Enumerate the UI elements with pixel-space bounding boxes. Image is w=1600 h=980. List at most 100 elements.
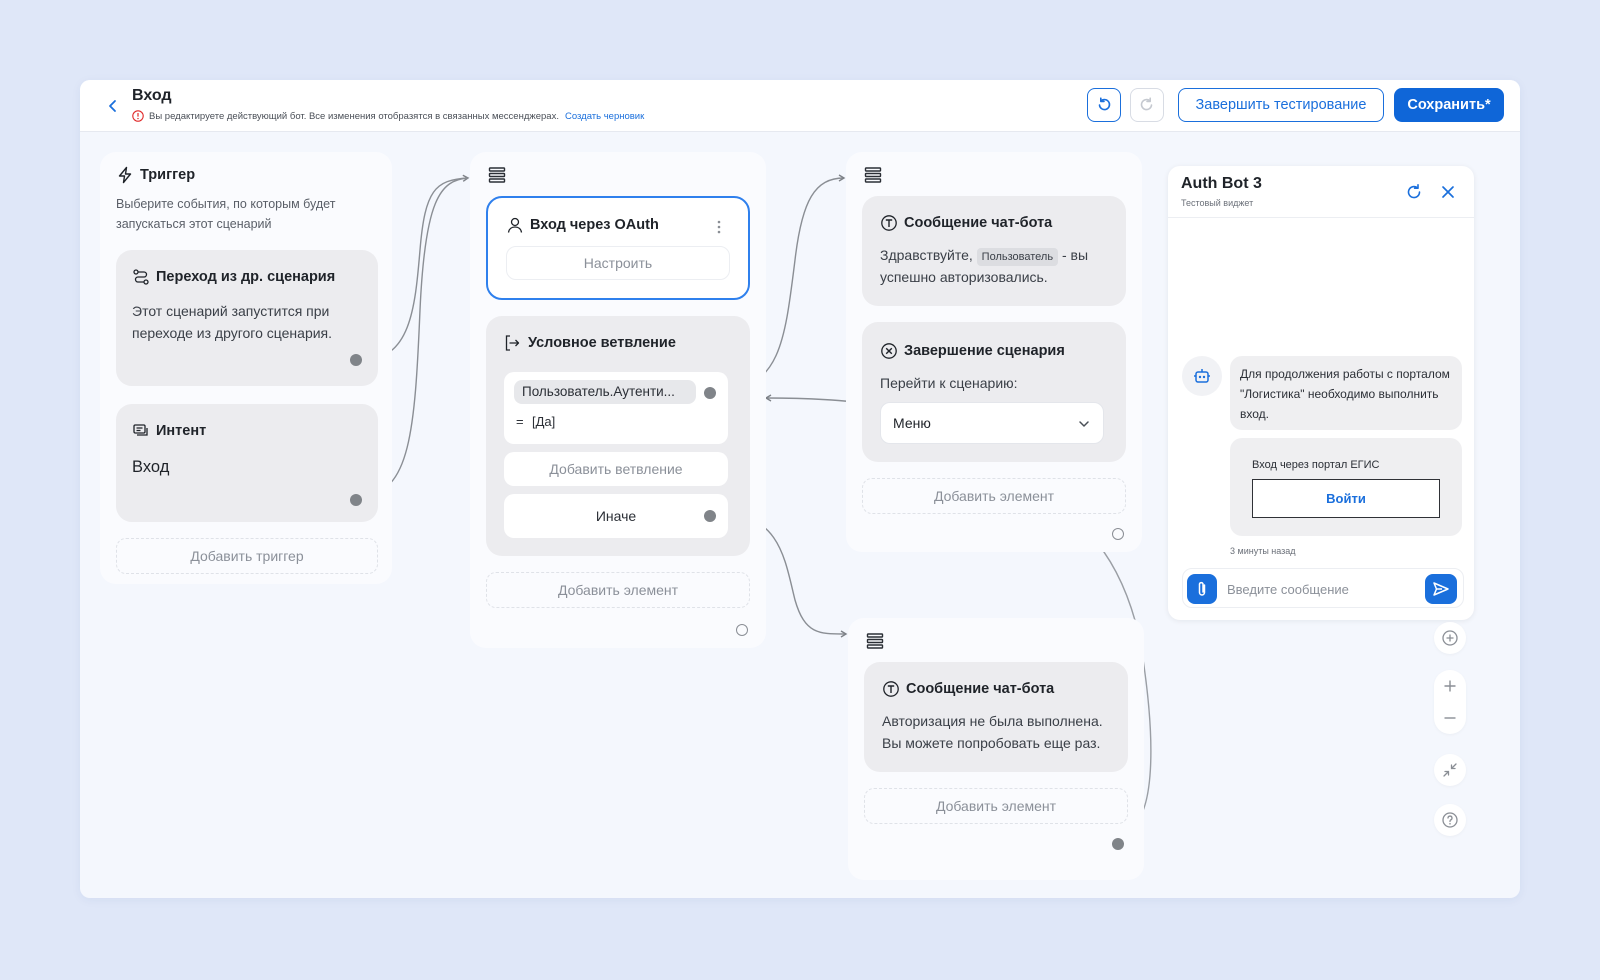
select-value: Меню [893, 415, 931, 431]
zoom-out-button[interactable] [1434, 702, 1466, 734]
stack-icon[interactable] [864, 166, 882, 184]
message-composer [1182, 568, 1464, 608]
input-port[interactable] [736, 624, 748, 636]
undo-button[interactable] [1087, 88, 1121, 122]
condition-value: [Да] [532, 414, 556, 429]
scenario-editor: Вход Вы редактируете действующий бот. Вс… [80, 80, 1520, 898]
configure-button[interactable]: Настроить [506, 246, 730, 280]
widget-subtitle: Тестовый виджет [1181, 198, 1254, 208]
card-title: Завершение сценария [880, 342, 1065, 360]
step1-column: Вход через OAuth Настроить Условное ветв… [470, 152, 766, 648]
help-icon [1442, 812, 1458, 828]
else-branch[interactable]: Иначе [504, 494, 728, 538]
stack-icon[interactable] [866, 632, 884, 650]
minus-icon [1444, 717, 1456, 719]
send-button[interactable] [1425, 574, 1457, 604]
more-icon[interactable] [714, 218, 724, 236]
card-title: Условное ветвление [504, 334, 676, 352]
edit-warning: Вы редактируете действующий бот. Все изм… [132, 110, 644, 122]
output-port[interactable] [350, 354, 362, 366]
card-title: Сообщение чат-бота [882, 680, 1054, 698]
message-timestamp: 3 минуты назад [1230, 546, 1296, 556]
card-text: Авторизация не была выполнена. Вы можете… [882, 713, 1103, 751]
card-text: Здравствуйте, Пользователь - вы успешно … [880, 247, 1089, 285]
chevron-left-icon [109, 100, 116, 112]
fit-view-button[interactable] [1434, 754, 1466, 786]
login-caption: Вход через портал ЕГИС [1252, 459, 1380, 471]
trigger-card-transition[interactable]: Переход из др. сценария Этот сценарий за… [116, 250, 378, 386]
yes-output-port[interactable] [704, 387, 716, 399]
card-title: Сообщение чат-бота [880, 214, 1052, 232]
intent-value: Вход [132, 458, 170, 476]
attach-button[interactable] [1187, 574, 1217, 604]
bot-message: Для продолжения работы с порталом "Логис… [1230, 356, 1462, 430]
scenario-select[interactable]: Меню [880, 402, 1104, 444]
step2-column: Сообщение чат-бота Здравствуйте, Пользов… [846, 152, 1142, 552]
card-title: Интент [132, 422, 206, 440]
variable-tag: Пользователь [976, 248, 1059, 266]
save-button[interactable]: Сохранить* [1394, 88, 1504, 122]
close-icon [1442, 186, 1454, 198]
chevron-down-icon [1079, 421, 1089, 427]
message-card-failure[interactable]: Сообщение чат-бота Авторизация не была в… [864, 662, 1128, 772]
text-message-icon [882, 680, 900, 698]
card-text: Этот сценарий запустится при переходе из… [132, 303, 333, 341]
back-button[interactable] [102, 95, 124, 117]
zoom-in-button[interactable] [1434, 670, 1466, 702]
create-draft-link[interactable]: Создать черновик [565, 111, 644, 122]
refresh-icon [1407, 184, 1421, 199]
close-widget-button[interactable] [1438, 182, 1458, 202]
test-widget: Auth Bot 3 Тестовый виджет Для продолжен… [1168, 166, 1474, 620]
warning-text: Вы редактируете действующий бот. Все изм… [149, 110, 559, 122]
page-title: Вход [132, 87, 172, 104]
output-port[interactable] [350, 494, 362, 506]
add-element-button[interactable]: Добавить элемент [864, 788, 1128, 824]
paperclip-icon [1198, 581, 1206, 596]
close-circle-icon [880, 342, 898, 360]
condition-operator: = [516, 414, 524, 429]
widget-header: Auth Bot 3 Тестовый виджет [1168, 166, 1474, 218]
message-input[interactable] [1227, 575, 1417, 603]
step3-column: Сообщение чат-бота Авторизация не была в… [848, 618, 1144, 880]
message-card-success[interactable]: Сообщение чат-бота Здравствуйте, Пользов… [862, 196, 1126, 306]
send-icon [1433, 582, 1449, 596]
trigger-column: Триггер Выберите события, по которым буд… [100, 152, 392, 584]
condition-box[interactable]: Пользователь.Аутенти... = [Да] [504, 372, 728, 444]
output-port[interactable] [1112, 838, 1124, 850]
help-button[interactable] [1434, 804, 1466, 836]
robot-icon [1194, 369, 1210, 383]
add-branch-button[interactable]: Добавить ветвление [504, 452, 728, 486]
redo-button[interactable] [1130, 88, 1164, 122]
login-button[interactable]: Войти [1252, 479, 1440, 518]
collapse-icon [1443, 763, 1457, 777]
plus-circle-icon [1442, 630, 1458, 646]
zoom-controls [1434, 670, 1466, 734]
intent-icon [132, 422, 150, 440]
add-node-button[interactable] [1434, 622, 1466, 654]
add-element-button[interactable]: Добавить элемент [486, 572, 750, 608]
top-bar: Вход Вы редактируете действующий бот. Вс… [80, 80, 1520, 132]
else-label: Иначе [595, 508, 637, 524]
trigger-card-intent[interactable]: Интент Вход [116, 404, 378, 522]
oauth-card[interactable]: Вход через OAuth Настроить [486, 196, 750, 300]
route-icon [132, 268, 150, 286]
add-trigger-button[interactable]: Добавить триггер [116, 538, 378, 574]
text-message-icon [880, 214, 898, 232]
else-output-port[interactable] [704, 510, 716, 522]
finish-testing-button[interactable]: Завершить тестирование [1178, 88, 1384, 122]
finish-scenario-card[interactable]: Завершение сценария Перейти к сценарию: … [862, 322, 1126, 462]
bot-avatar [1182, 356, 1222, 396]
trigger-title: Триггер [116, 166, 195, 184]
condition-variable: Пользователь.Аутенти... [514, 380, 696, 404]
user-icon [506, 216, 524, 234]
refresh-button[interactable] [1404, 182, 1424, 202]
undo-icon [1098, 97, 1111, 111]
widget-title: Auth Bot 3 [1181, 175, 1262, 192]
stack-icon[interactable] [488, 166, 506, 184]
add-element-button[interactable]: Добавить элемент [862, 478, 1126, 514]
redo-icon [1140, 97, 1153, 111]
input-port[interactable] [1112, 528, 1124, 540]
login-card: Вход через портал ЕГИС Войти [1230, 438, 1462, 536]
card-title: Переход из др. сценария [132, 268, 335, 286]
branch-card[interactable]: Условное ветвление Пользователь.Аутенти.… [486, 316, 750, 556]
